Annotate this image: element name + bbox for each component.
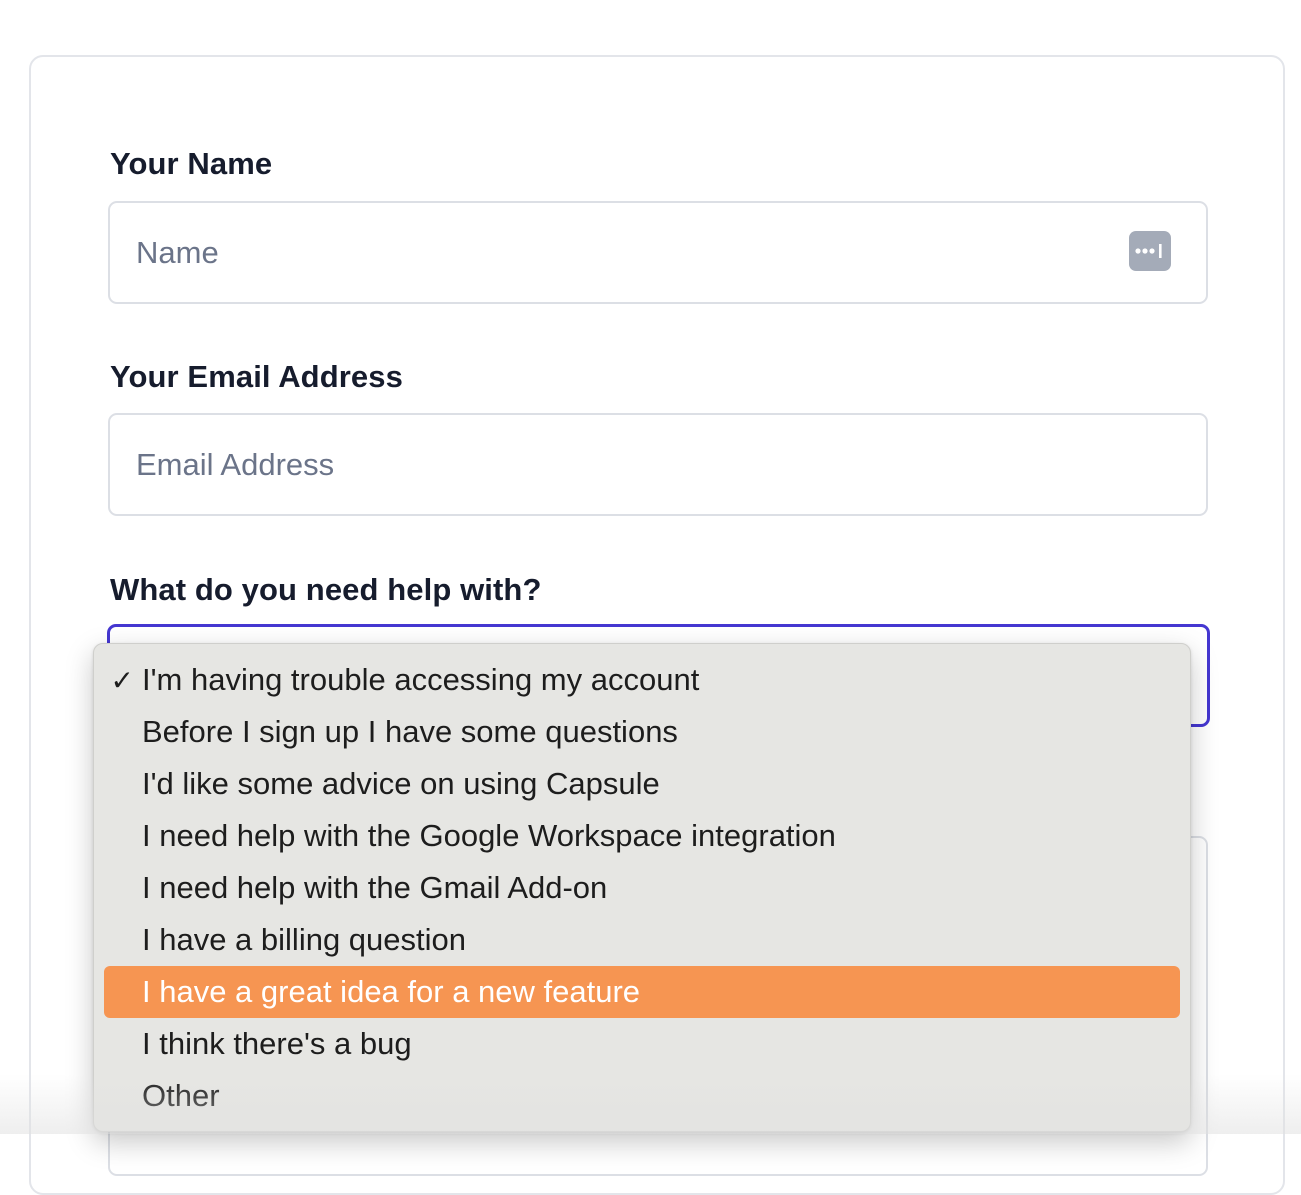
option-label: I have a billing question <box>142 922 467 957</box>
option-feature-idea[interactable]: I have a great idea for a new feature <box>104 966 1180 1018</box>
name-input[interactable] <box>108 201 1208 304</box>
option-label: Other <box>142 1078 220 1113</box>
email-input[interactable] <box>108 413 1208 516</box>
option-label: I'd like some advice on using Capsule <box>142 766 660 801</box>
option-label: I'm having trouble accessing my account <box>142 662 700 697</box>
option-usage-advice[interactable]: I'd like some advice on using Capsule <box>104 758 1180 810</box>
option-label: I have a great idea for a new feature <box>142 974 641 1009</box>
option-google-workspace[interactable]: I need help with the Google Workspace in… <box>104 810 1180 862</box>
checkmark-icon: ✓ <box>110 664 134 696</box>
autofill-key-icon[interactable] <box>1129 231 1171 271</box>
option-label: Before I sign up I have some questions <box>142 714 678 749</box>
help-topic-label: What do you need help with? <box>110 572 542 607</box>
option-account-access[interactable]: ✓ I'm having trouble accessing my accoun… <box>104 654 1180 706</box>
option-pre-signup-questions[interactable]: Before I sign up I have some questions <box>104 706 1180 758</box>
option-other[interactable]: Other <box>104 1070 1180 1122</box>
option-label: I think there's a bug <box>142 1026 412 1061</box>
option-label: I need help with the Google Workspace in… <box>142 818 836 853</box>
option-billing[interactable]: I have a billing question <box>104 914 1180 966</box>
option-label: I need help with the Gmail Add-on <box>142 870 608 905</box>
help-topic-dropdown-menu: ✓ I'm having trouble accessing my accoun… <box>93 643 1191 1132</box>
name-label: Your Name <box>110 146 273 181</box>
option-gmail-addon[interactable]: I need help with the Gmail Add-on <box>104 862 1180 914</box>
option-bug-report[interactable]: I think there's a bug <box>104 1018 1180 1070</box>
email-label: Your Email Address <box>110 359 403 394</box>
